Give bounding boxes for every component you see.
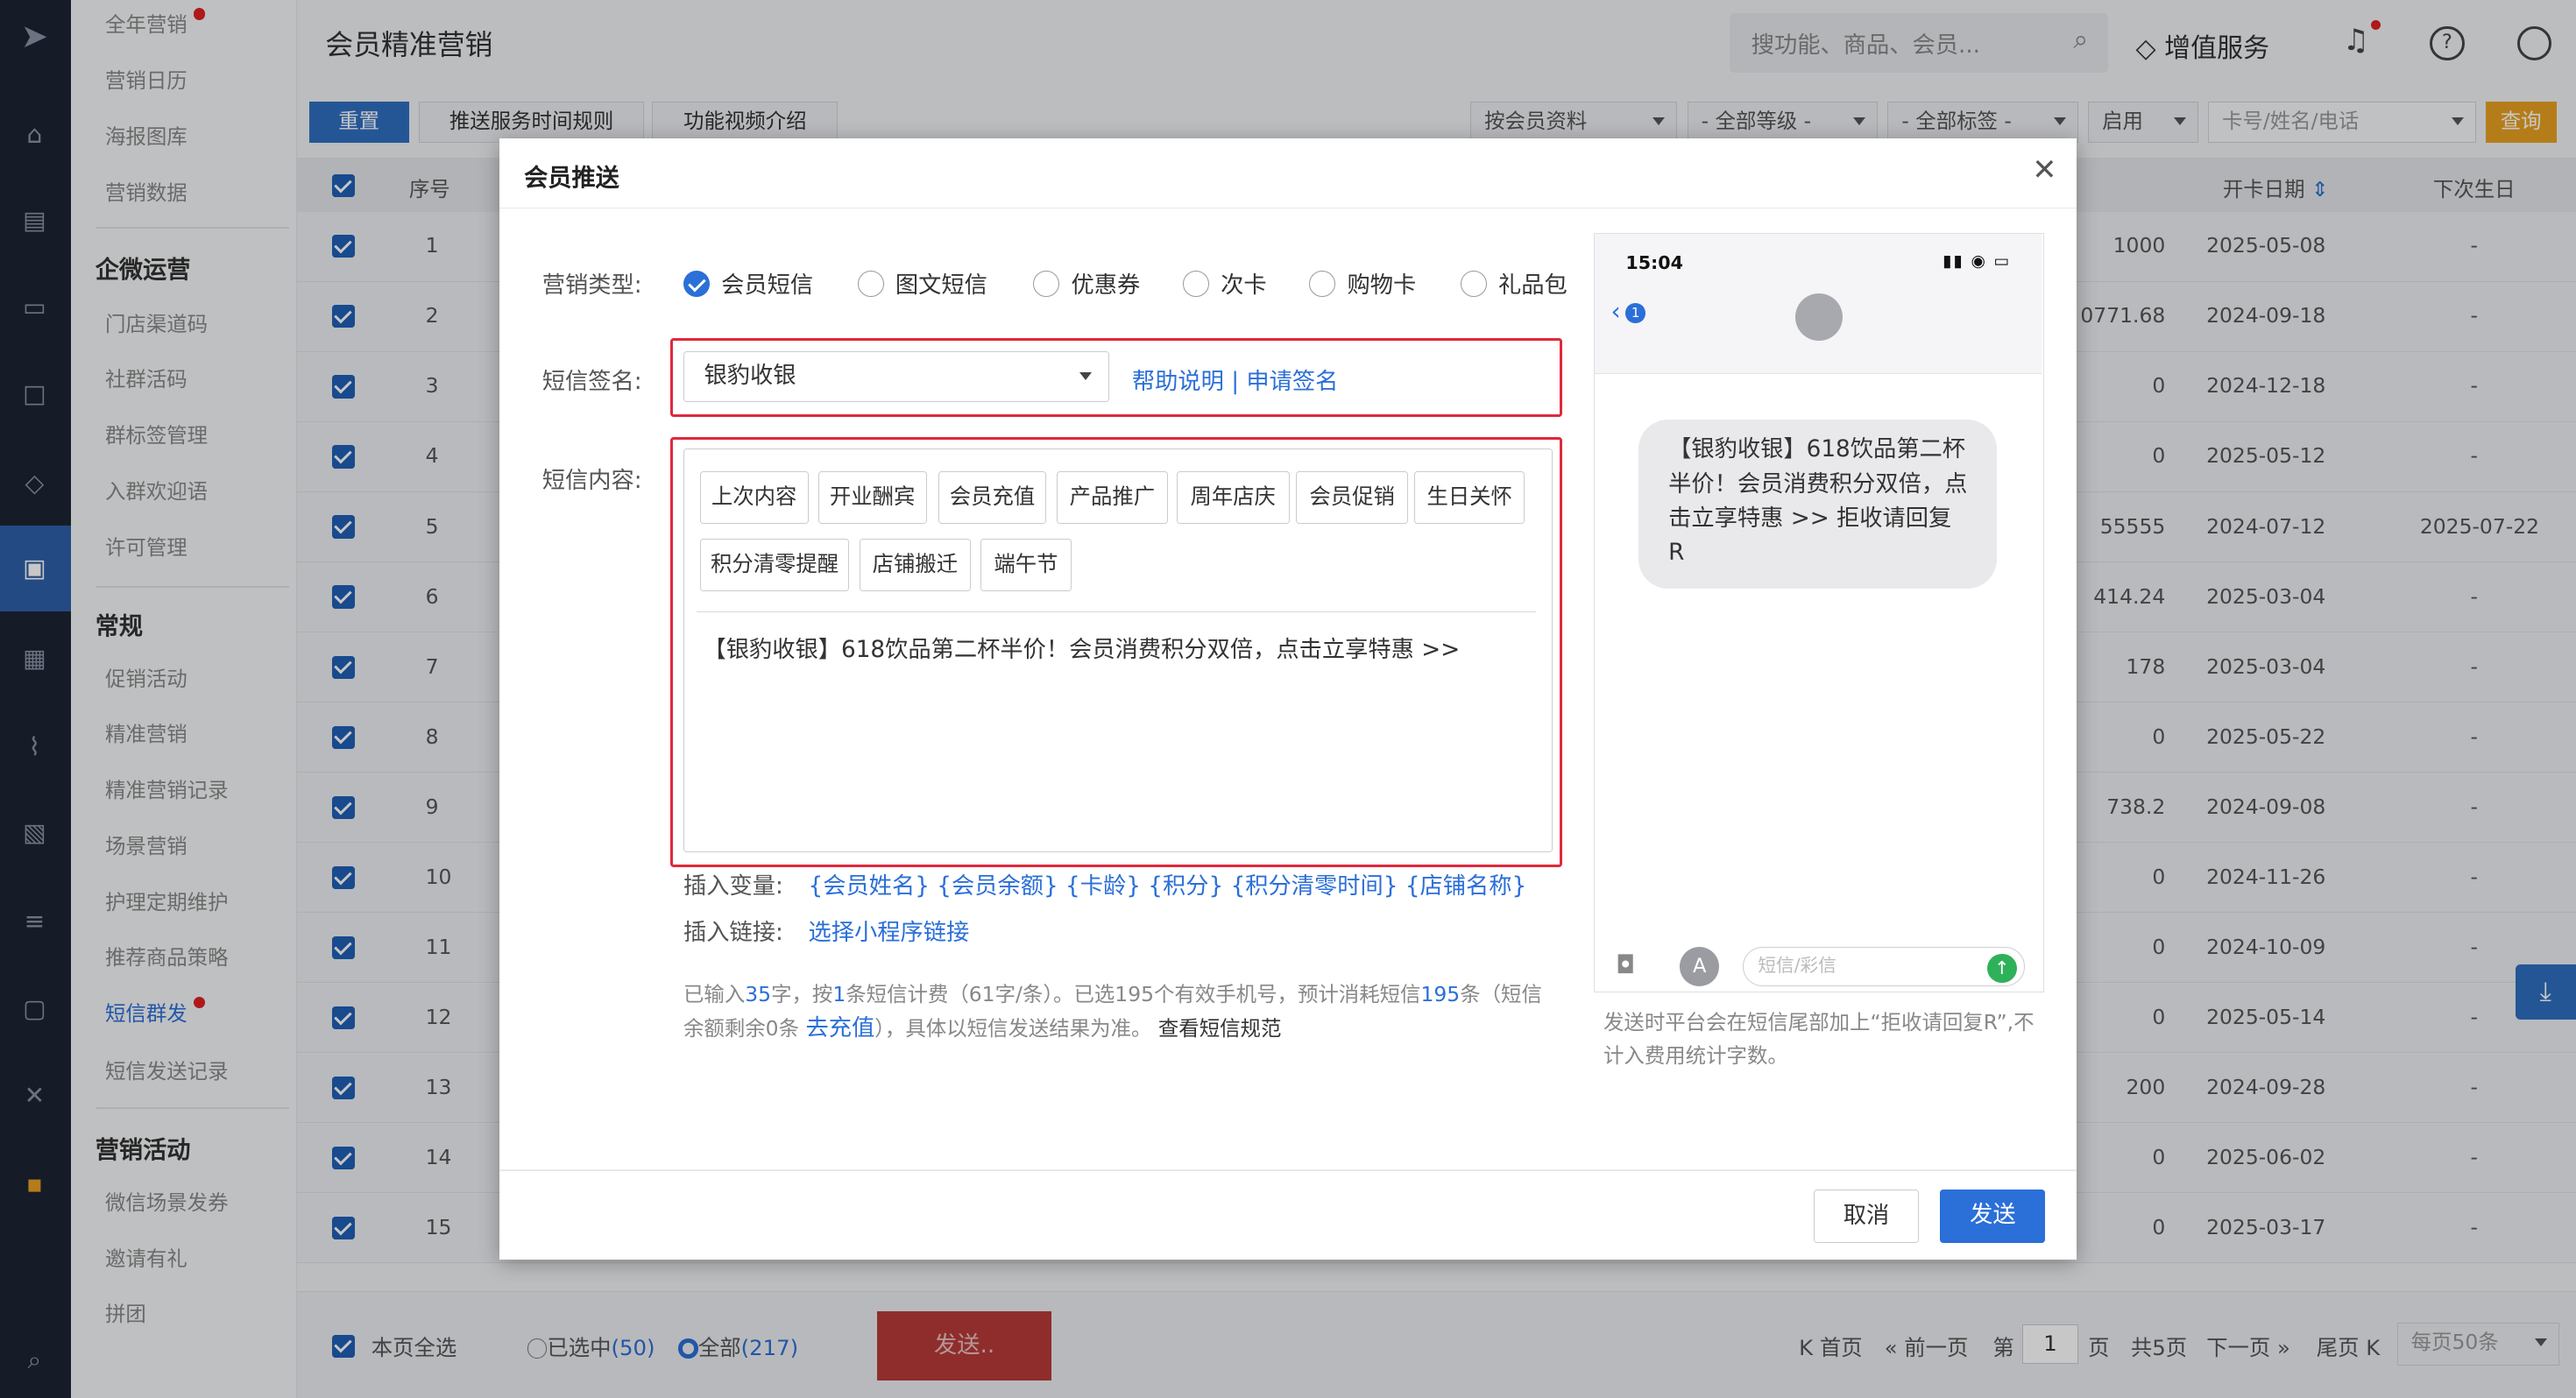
template-button[interactable]: 端午节 [980, 539, 1072, 591]
dialog-footer-divider [499, 1169, 2077, 1171]
template-button[interactable]: 会员促销 [1296, 471, 1408, 525]
app-store-icon: A [1680, 947, 1720, 986]
var-store-name[interactable]: {店铺名称} [1405, 873, 1526, 900]
chevron-down-icon [1079, 371, 1092, 380]
content-label: 短信内容: [541, 467, 642, 494]
phone-preview: 15:04 ▮▮ ◉ ▭ ‹ 1 【银豹收银】618饮品第二杯半价！会员消费积分… [1593, 233, 2044, 992]
template-button[interactable]: 开业酬宾 [817, 471, 927, 525]
sms-bubble: 【银豹收银】618饮品第二杯半价！会员消费积分双倍，点击立享特惠 >> 拒收请回… [1638, 420, 1998, 590]
template-button[interactable]: 生日关怀 [1414, 471, 1525, 525]
type-shopping-card[interactable]: 购物卡 [1309, 266, 1416, 300]
type-label: 营销类型: [541, 272, 642, 299]
type-rich-sms[interactable]: 图文短信 [857, 266, 987, 300]
insert-link-label: 插入链接: [683, 919, 783, 946]
editor-divider [697, 611, 1537, 613]
send-button[interactable]: 发送 [1940, 1189, 2046, 1244]
template-button[interactable]: 积分清零提醒 [699, 539, 850, 591]
insert-var-label: 插入变量: [683, 873, 783, 900]
send-arrow-icon: ↑ [1986, 953, 2017, 984]
sign-label: 短信签名: [541, 369, 642, 396]
recharge-link[interactable]: 去充值 [805, 1015, 874, 1041]
member-push-dialog: 会员推送 ✕ 营销类型: 会员短信 图文短信 优惠券 次卡 购物卡 礼品包 短信… [499, 138, 2077, 1260]
sms-cost-note: 已输入35字，按1条短信计费（61字/条）。已选195个有效手机号，预计消耗短信… [683, 981, 1542, 1041]
template-button[interactable]: 上次内容 [699, 471, 809, 525]
camera-icon: ◘ [1616, 950, 1636, 979]
back-icon[interactable]: ‹ [1611, 297, 1621, 326]
status-icons: ▮▮ ◉ ▭ [1943, 251, 2012, 271]
template-button[interactable]: 店铺搬迁 [859, 539, 972, 591]
template-button[interactable]: 产品推广 [1056, 471, 1169, 525]
help-apply-sign-link[interactable]: 帮助说明 | 申请签名 [1132, 363, 1339, 396]
cancel-button[interactable]: 取消 [1814, 1189, 1919, 1244]
unread-badge: 1 [1625, 303, 1645, 323]
phone-note: 发送时平台会在短信尾部加上“拒收请回复R”,不计入费用统计字数。 [1603, 1010, 2035, 1068]
phone-time: 15:04 [1625, 251, 1683, 273]
mini-program-link[interactable]: 选择小程序链接 [809, 914, 970, 947]
type-member-sms[interactable]: 会员短信 [683, 266, 813, 300]
var-points-clear-time[interactable]: {积分清零时间} [1231, 873, 1398, 900]
contact-avatar [1794, 293, 1843, 342]
dialog-header: 会员推送 ✕ [499, 138, 2077, 209]
dialog-title: 会员推送 [524, 165, 619, 192]
type-coupon[interactable]: 优惠券 [1033, 266, 1140, 300]
sign-select[interactable]: 银豹收银 [683, 351, 1109, 403]
type-times-card[interactable]: 次卡 [1183, 266, 1267, 300]
var-member-name[interactable]: {会员姓名} [809, 873, 930, 900]
close-icon[interactable]: ✕ [2032, 152, 2056, 187]
variable-list: {会员姓名} {会员余额} {卡龄} {积分} {积分清零时间} {店铺名称} [809, 867, 1527, 900]
phone-input: 短信/彩信 [1742, 947, 2025, 986]
type-gift-pack[interactable]: 礼品包 [1460, 266, 1568, 300]
var-card-age[interactable]: {卡龄} [1065, 873, 1141, 900]
sms-content-textarea[interactable]: 【银豹收银】618饮品第二杯半价！会员消费积分双倍，点击立享特惠 >> [704, 631, 1461, 664]
var-balance[interactable]: {会员余额} [937, 873, 1058, 900]
phone-header: 15:04 ▮▮ ◉ ▭ ‹ 1 [1594, 234, 2042, 374]
template-button[interactable]: 周年店庆 [1176, 471, 1290, 525]
template-button[interactable]: 会员充值 [938, 471, 1047, 525]
sms-rules-link[interactable]: 查看短信规范 [1158, 1016, 1282, 1041]
var-points[interactable]: {积分} [1148, 873, 1223, 900]
